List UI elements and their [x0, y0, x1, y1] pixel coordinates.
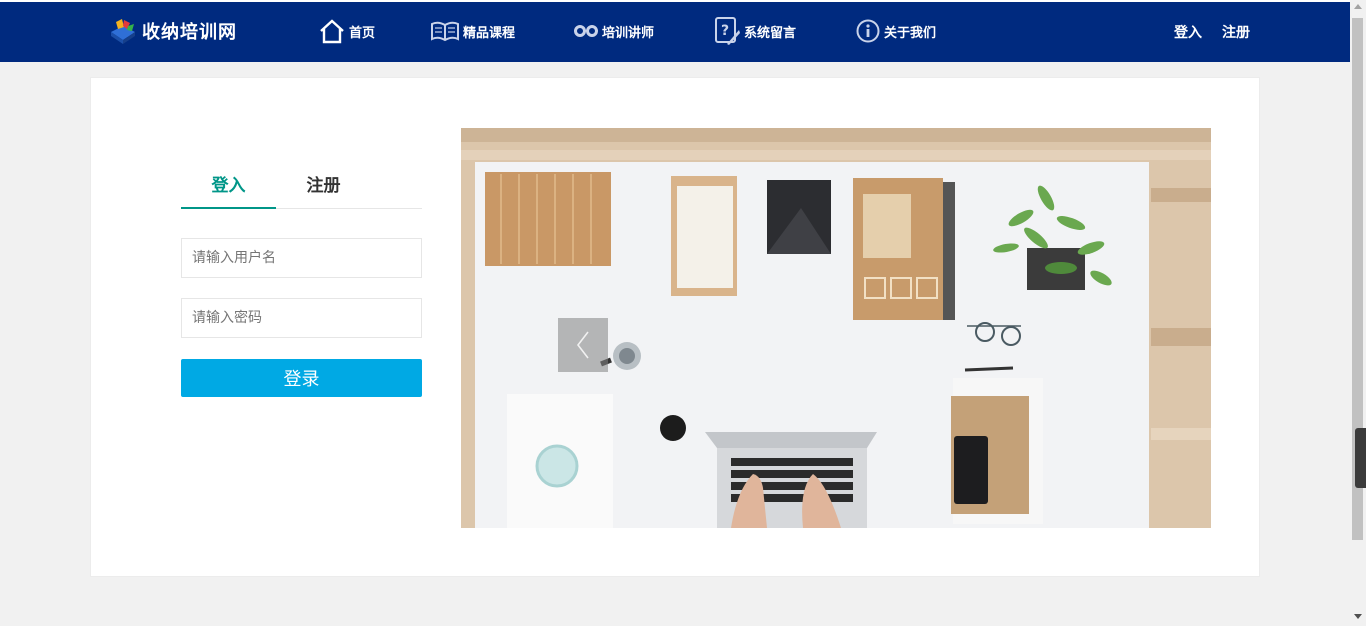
- scroll-up-icon[interactable]: [1354, 4, 1362, 9]
- book-icon: [431, 21, 459, 42]
- nav-item-label: 系统留言: [744, 25, 797, 41]
- login-button[interactable]: 登录: [181, 359, 422, 397]
- side-widget-handle[interactable]: [1355, 428, 1366, 488]
- nav-item-label: 首页: [349, 25, 376, 41]
- nav-item-label: 关于我们: [884, 25, 937, 41]
- nav-item-about[interactable]: 关于我们: [855, 16, 975, 46]
- register-link[interactable]: 注册: [1222, 22, 1250, 42]
- logo-icon: [108, 16, 138, 46]
- main-panel: 登入 注册 登录: [90, 77, 1260, 577]
- username-input[interactable]: [181, 238, 422, 278]
- message-icon: ?: [715, 17, 740, 45]
- teacher-icon: [574, 25, 598, 37]
- login-link[interactable]: 登入: [1174, 22, 1202, 42]
- auth-tabs: 登入 注册: [181, 175, 422, 209]
- nav-item-home[interactable]: 首页: [318, 16, 430, 46]
- nav-item-messages[interactable]: ? 系统留言: [713, 16, 855, 46]
- nav-item-teachers[interactable]: 培训讲师: [573, 16, 713, 46]
- main-nav: 首页 精品课程 培训讲师 ? 系统留言 关于我们: [318, 16, 975, 46]
- top-nav-bar: 收纳培训网 首页 精品课程 培训讲师 ? 系统留言 关于我们 登入 注册: [0, 0, 1350, 62]
- password-input[interactable]: [181, 298, 422, 338]
- page-scrollbar[interactable]: [1350, 0, 1366, 626]
- carousel-prev-button[interactable]: [558, 318, 608, 372]
- tab-register[interactable]: 注册: [276, 175, 371, 208]
- home-icon: [320, 19, 344, 44]
- banner-image: [461, 128, 1211, 528]
- chevron-left-icon: [576, 331, 589, 359]
- nav-item-label: 精品课程: [463, 25, 516, 41]
- nav-item-label: 培训讲师: [602, 25, 655, 41]
- logo-text: 收纳培训网: [142, 22, 237, 43]
- nav-item-courses[interactable]: 精品课程: [430, 16, 573, 46]
- svg-text:?: ?: [721, 23, 729, 39]
- site-logo[interactable]: 收纳培训网: [108, 14, 237, 48]
- scroll-down-icon[interactable]: [1354, 614, 1362, 619]
- tab-login[interactable]: 登入: [181, 175, 276, 209]
- info-icon: [856, 19, 880, 43]
- auth-links: 登入 注册: [1154, 22, 1250, 42]
